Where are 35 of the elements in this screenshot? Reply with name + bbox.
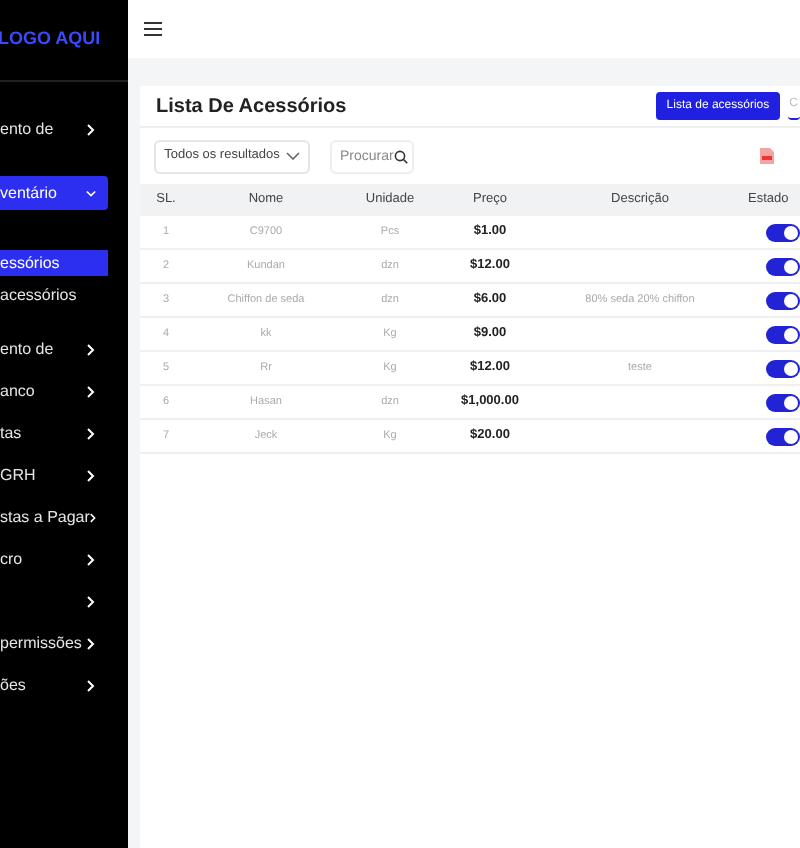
sidebar-item[interactable]: anco xyxy=(0,374,108,408)
chevron-right-icon xyxy=(86,385,96,397)
toggle-switch[interactable] xyxy=(766,427,800,445)
chevron-right-icon xyxy=(86,123,96,135)
page-title: Lista De Acessórios xyxy=(156,93,347,121)
sidebar-item[interactable]: GRH xyxy=(0,458,108,492)
toggle-switch[interactable] xyxy=(766,291,800,309)
menu-icon[interactable] xyxy=(144,22,162,36)
chevron-right-icon xyxy=(86,427,96,439)
toggle-switch[interactable] xyxy=(766,325,800,343)
chevron-right-icon xyxy=(86,637,96,649)
sidebar-item[interactable]: ões xyxy=(0,668,108,702)
toggle-switch[interactable] xyxy=(766,223,800,241)
chevron-right-icon xyxy=(89,511,96,523)
chevron-right-icon xyxy=(86,679,96,691)
sidebar-item[interactable]: ventário xyxy=(0,176,108,210)
chevron-right-icon xyxy=(86,343,96,355)
chevron-right-icon xyxy=(86,595,96,607)
sidebar-item[interactable]: tas xyxy=(0,416,108,450)
toggle-switch[interactable] xyxy=(766,359,800,377)
toggle-switch[interactable] xyxy=(766,393,800,411)
search-icon[interactable] xyxy=(394,149,408,163)
chevron-down-icon xyxy=(86,189,96,197)
sidebar-subitem[interactable]: essórios xyxy=(0,250,108,276)
chevron-right-icon xyxy=(86,469,96,481)
sidebar-subitem[interactable]: acessórios xyxy=(0,282,108,308)
sidebar-item[interactable]: stas a Pagar xyxy=(0,500,108,534)
chevron-down-icon xyxy=(285,152,300,160)
sidebar-item[interactable]: permissões xyxy=(0,626,108,660)
sidebar-item[interactable]: cro xyxy=(0,542,108,576)
chevron-right-icon xyxy=(86,553,96,565)
toggle-switch[interactable] xyxy=(766,257,800,275)
pdf-icon[interactable] xyxy=(760,148,774,164)
sidebar-item[interactable]: ento de xyxy=(0,112,108,146)
sidebar-item[interactable]: ento de xyxy=(0,332,108,366)
